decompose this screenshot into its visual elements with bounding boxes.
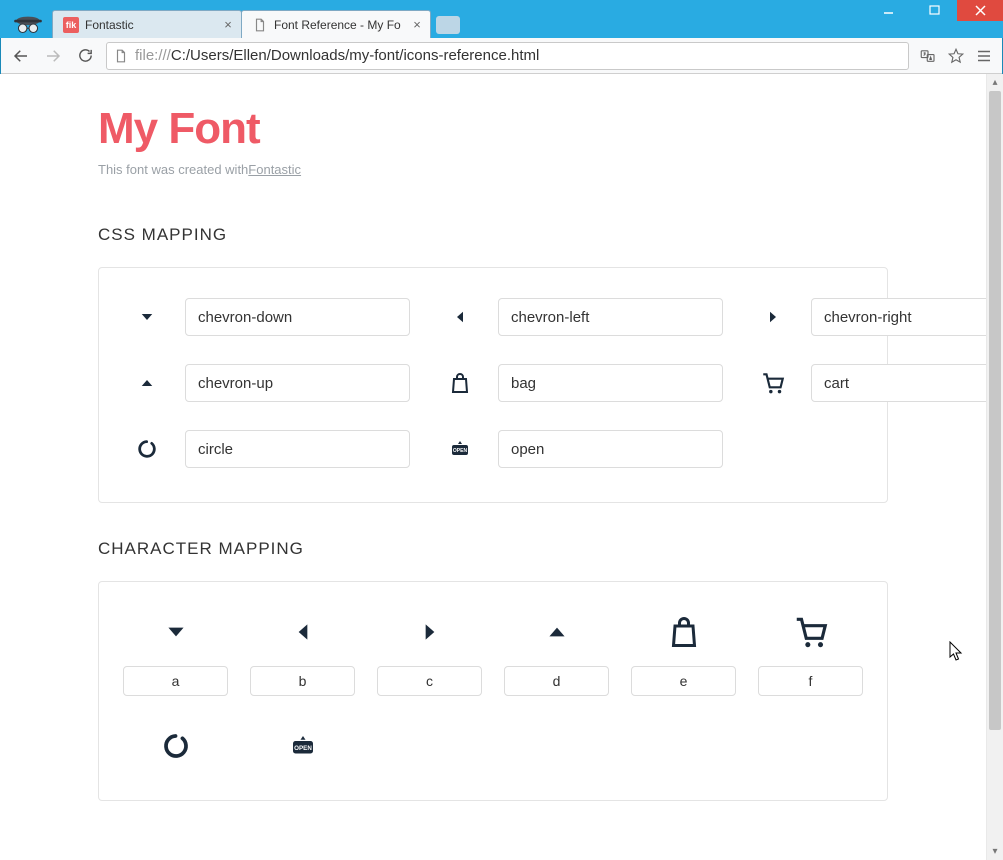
page-viewport: My Font This font was created withFontas… [0,74,1003,860]
incognito-icon [8,10,48,38]
section-character-mapping-title: CHARACTER MAPPING [98,539,888,559]
menu-button[interactable] [971,43,997,69]
character-mapping-item [123,612,228,696]
forward-button[interactable] [38,42,68,70]
vertical-scrollbar[interactable]: ▴ ▾ [986,74,1003,860]
cart-icon [792,612,830,652]
tab-close-button[interactable]: × [221,18,235,32]
translate-icon[interactable] [915,43,941,69]
chevron-right-icon [417,612,443,652]
scrollbar-thumb[interactable] [989,91,1001,730]
character-mapping-item [631,612,736,696]
chevron-left-icon [436,308,484,326]
character-field[interactable] [377,666,482,696]
chevron-down-icon [123,308,171,326]
css-class-name-field[interactable] [185,298,410,336]
tab-title: Fontastic [85,18,215,32]
css-class-name-field[interactable] [498,298,723,336]
css-class-name-field[interactable] [498,364,723,402]
circle-icon [161,726,191,766]
chevron-up-icon [544,612,570,652]
chevron-right-icon [749,308,797,326]
css-mapping-item [436,298,723,336]
fontastic-link[interactable]: Fontastic [248,162,301,177]
character-mapping-item [250,612,355,696]
css-class-name-field[interactable] [811,364,986,402]
window-controls [865,0,1003,21]
css-class-name-field[interactable] [498,430,723,468]
open-icon [436,437,484,461]
chevron-up-icon [123,374,171,392]
tab-close-button[interactable]: × [410,18,424,32]
back-button[interactable] [6,42,36,70]
css-mapping-item [123,430,410,468]
css-mapping-item [436,430,723,468]
browser-tab[interactable]: Font Reference - My Fo × [241,10,431,38]
toolbar: file:///C:/Users/Ellen/Downloads/my-font… [0,38,1003,74]
fontastic-favicon-icon: fik [63,17,79,33]
tab-title: Font Reference - My Fo [274,18,404,32]
cart-icon [749,370,797,396]
character-mapping-item [123,726,228,766]
url-text: file:///C:/Users/Ellen/Downloads/my-font… [135,47,902,64]
file-favicon-icon [252,17,268,33]
title-bar [0,0,1003,8]
bag-icon [666,612,702,652]
css-mapping-item [436,364,723,402]
character-field[interactable] [758,666,863,696]
circle-icon [123,438,171,460]
browser-tab[interactable]: fik Fontastic × [52,10,242,38]
css-class-name-field[interactable] [811,298,986,336]
character-mapping-item [504,612,609,696]
css-mapping-item [749,364,986,402]
window-maximize-button[interactable] [911,0,957,21]
css-class-name-field[interactable] [185,430,410,468]
css-mapping-item [749,298,986,336]
bag-icon [436,371,484,395]
page-title: My Font [98,104,888,154]
scrollbar-up-arrow[interactable]: ▴ [987,74,1003,91]
scrollbar-down-arrow[interactable]: ▾ [987,843,1003,860]
address-bar[interactable]: file:///C:/Users/Ellen/Downloads/my-font… [106,42,909,70]
character-field[interactable] [123,666,228,696]
page-subline: This font was created withFontastic [98,162,888,177]
tab-strip: fik Fontastic × Font Reference - My Fo × [0,8,1003,38]
chrome-window: fik Fontastic × Font Reference - My Fo × fil… [0,0,1003,860]
character-field[interactable] [250,666,355,696]
chevron-left-icon [290,612,316,652]
new-tab-button[interactable] [436,16,460,34]
section-css-mapping-title: CSS MAPPING [98,225,888,245]
character-mapping-item [758,612,863,696]
css-class-name-field[interactable] [185,364,410,402]
file-icon [113,48,129,64]
character-field[interactable] [631,666,736,696]
window-minimize-button[interactable] [865,0,911,21]
character-field[interactable] [504,666,609,696]
open-icon [288,726,318,766]
css-mapping-item [123,364,410,402]
character-mapping-item [377,612,482,696]
chevron-down-icon [163,612,189,652]
window-close-button[interactable] [957,0,1003,21]
scrollbar-track[interactable] [987,91,1003,843]
css-mapping-panel [98,267,888,503]
reload-button[interactable] [70,42,100,70]
character-mapping-panel [98,581,888,801]
character-mapping-item [250,726,355,766]
css-mapping-item [123,298,410,336]
bookmark-star-icon[interactable] [943,43,969,69]
